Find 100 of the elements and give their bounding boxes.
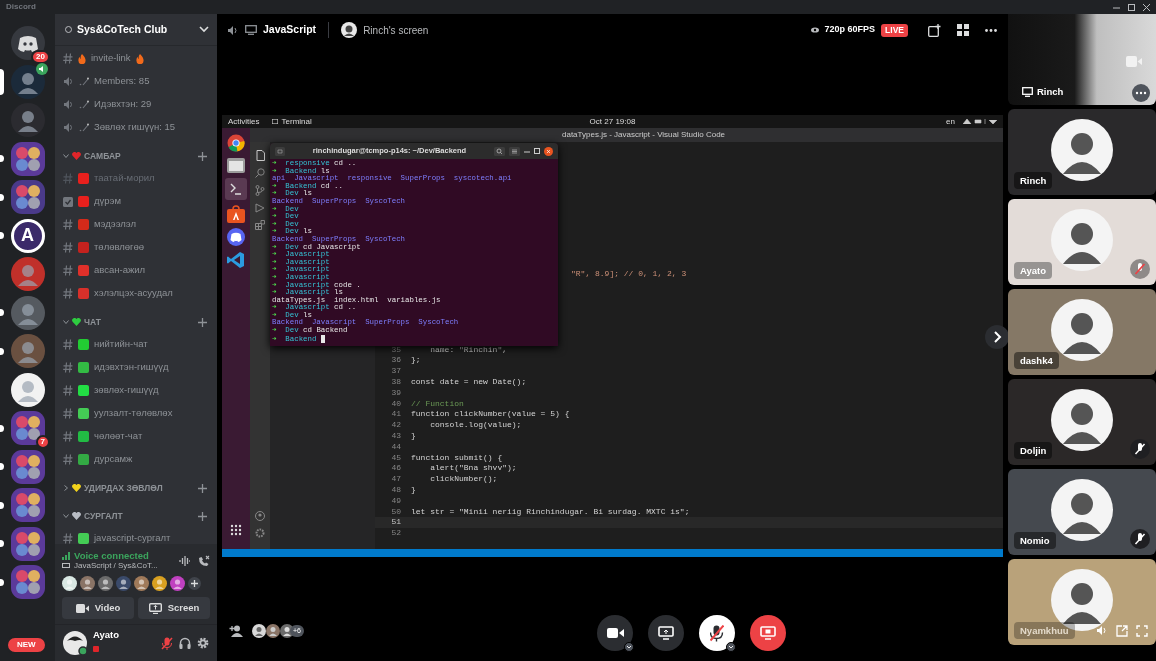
participant-tile[interactable]: dashk4 xyxy=(1008,289,1156,375)
participant-tile[interactable]: Ayato xyxy=(1008,199,1156,285)
new-button[interactable]: NEW xyxy=(6,636,47,654)
account-icon[interactable] xyxy=(255,511,265,521)
mute-button[interactable] xyxy=(699,615,735,651)
software-store-icon[interactable] xyxy=(227,205,245,223)
close-icon[interactable] xyxy=(1143,3,1150,11)
keyboard-layout[interactable]: en xyxy=(946,116,955,127)
video-button[interactable]: Video xyxy=(62,597,134,619)
category-header[interactable]: САМБАР xyxy=(63,145,211,167)
settings-icon[interactable] xyxy=(197,637,209,649)
terminal-icon[interactable] xyxy=(225,178,247,200)
channel-item[interactable]: төлөвлөгөө xyxy=(63,236,211,259)
category-header[interactable]: СУРГАЛТ xyxy=(63,505,211,527)
extensions-icon[interactable] xyxy=(255,220,265,230)
wand-icon xyxy=(79,123,89,132)
add-person-icon[interactable] xyxy=(229,625,244,637)
stop-stream-button[interactable] xyxy=(750,615,786,651)
maximize-icon[interactable] xyxy=(1128,3,1135,11)
server-folder-icon[interactable] xyxy=(10,488,45,522)
chevron-down-icon[interactable] xyxy=(199,26,209,33)
plus-icon[interactable] xyxy=(198,483,207,493)
add-activity-icon[interactable] xyxy=(188,577,201,590)
headphones-icon[interactable] xyxy=(179,637,191,649)
new-tab-icon[interactable] xyxy=(275,146,285,156)
server-icon[interactable] xyxy=(10,372,45,407)
server-folder-icon[interactable] xyxy=(10,449,45,484)
hash-icon xyxy=(63,173,73,184)
channel-item[interactable]: авсан-ажил xyxy=(63,259,211,282)
screen-share-button[interactable]: Screen xyxy=(138,597,210,619)
channel-item[interactable]: зөвлөх-гишүүд xyxy=(63,379,211,402)
files-icon[interactable] xyxy=(255,150,265,161)
channel-item[interactable]: Зөвлөх гишүүн: 15 xyxy=(63,116,211,139)
maximize-icon[interactable] xyxy=(534,148,540,154)
search-icon[interactable] xyxy=(255,168,265,178)
server-folder-icon[interactable] xyxy=(10,526,45,561)
more-button[interactable] xyxy=(1132,84,1150,102)
plus-icon[interactable] xyxy=(198,317,207,327)
close-icon[interactable] xyxy=(544,146,553,156)
channel-item[interactable]: нийтийн-чат xyxy=(63,333,211,356)
avatar-icon xyxy=(266,624,280,638)
category-header[interactable]: ЧАТ xyxy=(63,311,211,333)
server-folder-icon[interactable] xyxy=(10,565,45,599)
channel-item[interactable]: дүрэм xyxy=(63,190,211,213)
channel-item[interactable]: Members: 85 xyxy=(63,70,211,93)
line-number: 51 xyxy=(390,517,401,529)
voice-channel-link[interactable]: JavaScript / Sys&CoT... xyxy=(74,561,158,571)
apps-grid-icon[interactable] xyxy=(230,524,242,536)
plus-icon[interactable] xyxy=(198,511,207,521)
caret-icon[interactable] xyxy=(726,642,736,652)
monitor-icon xyxy=(245,25,257,35)
server-folder-icon[interactable] xyxy=(10,411,45,445)
discord-icon[interactable] xyxy=(10,26,45,60)
line-number: 38 xyxy=(390,377,401,388)
minimize-icon[interactable] xyxy=(524,148,530,154)
participant-tile[interactable]: Doljin xyxy=(1008,379,1156,465)
channel-item[interactable]: Идэвхтэн: 29 xyxy=(63,93,211,116)
grid-icon[interactable] xyxy=(957,24,969,36)
screen-share-button[interactable] xyxy=(648,615,684,651)
avatar-icon xyxy=(1051,299,1113,361)
plus-icon[interactable] xyxy=(198,151,207,161)
folder-icon[interactable] xyxy=(227,157,245,173)
debug-icon[interactable] xyxy=(255,203,265,213)
category-header[interactable]: УДИРДАХ ЗӨВЛӨЛ xyxy=(63,477,211,499)
screen-share-icon xyxy=(658,626,674,640)
server-folder-icon[interactable] xyxy=(10,141,45,176)
next-button[interactable] xyxy=(985,325,1009,349)
waveform-icon[interactable] xyxy=(179,555,190,566)
server-folder-icon[interactable] xyxy=(10,180,45,214)
popout-icon[interactable] xyxy=(928,23,941,37)
username: Ayato xyxy=(93,628,121,640)
speaker-icon xyxy=(227,24,239,36)
channel-item[interactable]: javascript-сургалт xyxy=(63,527,211,544)
system-tray-icon[interactable] xyxy=(963,119,997,124)
settings-icon[interactable] xyxy=(255,528,265,538)
activities-button[interactable]: Activities xyxy=(228,116,260,127)
search-icon[interactable] xyxy=(494,146,505,156)
more-icon[interactable] xyxy=(985,28,997,32)
mic-muted-icon[interactable] xyxy=(161,636,173,650)
app-menu[interactable]: Terminal xyxy=(281,116,312,127)
menu-icon[interactable] xyxy=(509,146,520,156)
code-editor-icon[interactable] xyxy=(227,251,245,269)
participant-tile[interactable]: Rinch xyxy=(1008,109,1156,195)
camera-button[interactable] xyxy=(597,615,633,651)
channel-item[interactable]: дурсамж xyxy=(63,448,211,471)
browser-icon[interactable] xyxy=(227,134,245,152)
channel-item[interactable]: мэдээлэл xyxy=(63,213,211,236)
channel-item[interactable]: идэвхтэн-гишүүд xyxy=(63,356,211,379)
server-icon[interactable]: A xyxy=(10,218,45,253)
branch-icon[interactable] xyxy=(255,185,265,196)
participant-tile[interactable]: Nomio xyxy=(1008,469,1156,555)
channel-item[interactable]: хэлэлцэх-асуудал xyxy=(63,282,211,305)
channel-item[interactable]: таатай-морил xyxy=(63,167,211,190)
channel-item[interactable]: уулзалт-төлөвлөх xyxy=(63,402,211,425)
caret-icon[interactable] xyxy=(624,642,634,652)
disconnect-icon[interactable] xyxy=(198,554,210,567)
stream-preview[interactable]: Rinch xyxy=(1008,14,1156,105)
channel-item[interactable]: чөлөөт-чат xyxy=(63,425,211,448)
channel-item[interactable]: invite-link xyxy=(63,47,211,70)
chat-app-icon[interactable] xyxy=(227,228,245,246)
